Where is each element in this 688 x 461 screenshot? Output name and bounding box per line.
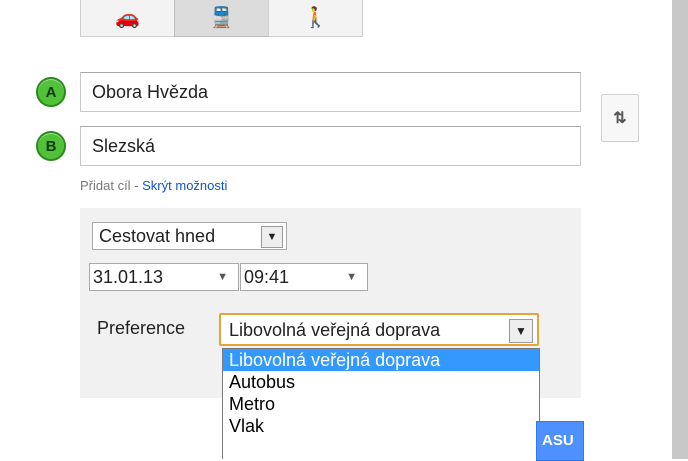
swap-button[interactable]: ⇅	[601, 94, 639, 142]
preference-select[interactable]: Libovolná veřejná doprava ▼	[219, 313, 539, 346]
marker-b-icon: B	[36, 131, 66, 161]
marker-a-icon: A	[36, 77, 66, 107]
chevron-down-icon: ▼	[217, 271, 228, 283]
chevron-down-icon: ▼	[261, 226, 283, 248]
preference-value: Libovolná veřejná doprava	[229, 320, 441, 340]
tab-transit[interactable]: 🚆	[174, 0, 269, 37]
directions-panel: 🚗 🚆 🚶 A B ⇅ Přidat cíl - Skrýt možnosti …	[0, 0, 672, 461]
walk-icon: 🚶	[303, 7, 328, 29]
travel-mode-tabs: 🚗 🚆 🚶	[80, 0, 363, 37]
date-input[interactable]: 31.01.13 ▼	[89, 263, 239, 291]
time-value: 09:41	[244, 267, 290, 287]
car-icon: 🚗	[115, 7, 140, 29]
time-input[interactable]: 09:41 ▼	[240, 263, 368, 291]
transit-icon: 🚆	[209, 7, 234, 29]
swap-icon: ⇅	[613, 110, 627, 127]
chevron-down-icon: ▼	[346, 271, 357, 283]
travel-time-value: Cestovat hned	[99, 226, 216, 246]
dropdown-option[interactable]: Libovolná veřejná doprava	[223, 349, 539, 371]
preference-label: Preference	[97, 318, 186, 338]
chevron-down-icon: ▼	[509, 319, 533, 343]
date-value: 31.01.13	[93, 267, 164, 287]
travel-time-select[interactable]: Cestovat hned ▼	[92, 222, 287, 250]
tab-walk[interactable]: 🚶	[268, 0, 363, 37]
origin-input[interactable]	[80, 72, 581, 112]
scrollbar[interactable]	[672, 0, 688, 459]
tab-car[interactable]: 🚗	[80, 0, 175, 37]
add-destination-link[interactable]: Přidat cíl	[80, 178, 131, 193]
destination-input[interactable]	[80, 126, 581, 166]
search-button[interactable]: ASU	[536, 421, 584, 461]
dropdown-option[interactable]: Vlak	[223, 415, 539, 437]
preference-dropdown-list: Libovolná veřejná doprava Autobus Metro …	[222, 348, 540, 459]
hide-options-link[interactable]: Skrýt možnosti	[142, 178, 227, 193]
route-links: Přidat cíl - Skrýt možnosti	[80, 178, 227, 193]
dropdown-option[interactable]: Autobus	[223, 371, 539, 393]
link-separator: -	[130, 178, 143, 193]
dropdown-option[interactable]: Metro	[223, 393, 539, 415]
